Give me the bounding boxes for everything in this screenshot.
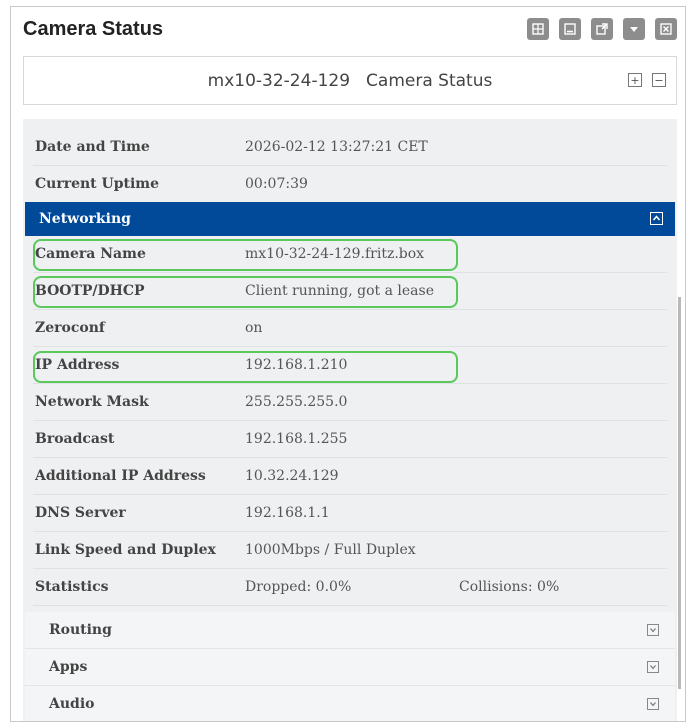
row-value: Client running, got a lease <box>245 283 434 299</box>
row-value: 1000Mbps / Full Duplex <box>245 542 416 558</box>
networking-row: Zeroconf on <box>33 310 667 347</box>
subheader-icons: + − <box>628 73 666 87</box>
row-value: 2026-02-12 13:27:21 CET <box>245 139 428 155</box>
row-label: Broadcast <box>35 431 115 447</box>
row-label: Current Uptime <box>35 176 160 192</box>
window-title: Camera Status <box>23 17 164 40</box>
camera-subheader: mx10-32-24-129 Camera Status + − <box>23 56 677 105</box>
row-value: 192.168.1.1 <box>245 505 330 521</box>
row-label: BOOTP/DHCP <box>35 283 145 299</box>
row-value: 192.168.1.255 <box>245 431 348 447</box>
camera-name: mx10-32-24-129 <box>207 70 351 91</box>
networking-row: Camera Name mx10-32-24-129.fritz.box <box>33 236 667 273</box>
networking-row: DNS Server 192.168.1.1 <box>33 495 667 532</box>
networking-row: Broadcast 192.168.1.255 <box>33 421 667 458</box>
chevron-down-icon[interactable] <box>647 698 659 710</box>
networking-row: Statistics Dropped: 0.0% Collisions: 0% <box>33 569 667 606</box>
networking-row: Link Speed and Duplex 1000Mbps / Full Du… <box>33 532 667 569</box>
status-row: Current Uptime 00:07:39 <box>33 166 667 203</box>
expand-all-icon[interactable]: + <box>628 73 642 87</box>
row-value-secondary: Collisions: 0% <box>459 579 560 595</box>
layout-icon[interactable] <box>527 18 549 40</box>
section-label: Audio <box>49 696 95 712</box>
networking-row: Additional IP Address 10.32.24.129 <box>33 458 667 495</box>
row-label: IP Address <box>35 357 120 373</box>
row-value: 255.255.255.0 <box>245 394 348 410</box>
row-label: Additional IP Address <box>35 468 206 484</box>
row-value: 00:07:39 <box>245 176 308 192</box>
section-label: Routing <box>49 622 112 638</box>
status-panel: Date and Time 2026-02-12 13:27:21 CET Cu… <box>23 119 677 721</box>
minimize-icon[interactable] <box>559 18 581 40</box>
row-value: 192.168.1.210 <box>245 357 348 373</box>
row-label: Network Mask <box>35 394 149 410</box>
camera-status-window: Camera Status mx10-32-24-129 Camera Statu… <box>10 6 686 722</box>
chevron-down-icon[interactable] <box>647 661 659 673</box>
chevron-down-icon[interactable] <box>647 624 659 636</box>
status-row: Date and Time 2026-02-12 13:27:21 CET <box>33 129 667 166</box>
row-value: Dropped: 0.0% <box>245 579 352 595</box>
networking-row: BOOTP/DHCP Client running, got a lease <box>33 273 667 310</box>
row-value: 10.32.24.129 <box>245 468 339 484</box>
chevron-up-icon[interactable] <box>650 212 663 225</box>
networking-row: IP Address 192.168.1.210 <box>33 347 667 384</box>
networking-row: Network Mask 255.255.255.0 <box>33 384 667 421</box>
row-label: Zeroconf <box>35 320 105 336</box>
networking-title: Networking <box>39 211 131 227</box>
row-value: on <box>245 320 263 336</box>
close-icon[interactable] <box>655 18 677 40</box>
vertical-scrollbar[interactable] <box>678 297 681 689</box>
popout-icon[interactable] <box>591 18 613 40</box>
subheader-text: mx10-32-24-129 Camera Status <box>208 71 493 91</box>
row-value: mx10-32-24-129.fritz.box <box>245 246 425 262</box>
window-toolbar <box>527 18 677 40</box>
collapse-all-icon[interactable]: − <box>652 73 666 87</box>
subheader-label: Camera Status <box>366 70 493 91</box>
row-label: Statistics <box>35 579 109 595</box>
collapse-icon[interactable] <box>623 18 645 40</box>
section-routing[interactable]: Routing <box>25 612 675 649</box>
row-label: DNS Server <box>35 505 126 521</box>
window-titlebar: Camera Status <box>11 7 685 51</box>
networking-section-header[interactable]: Networking <box>25 202 675 236</box>
section-audio[interactable]: Audio <box>25 686 675 721</box>
row-label: Camera Name <box>35 246 146 262</box>
section-apps[interactable]: Apps <box>25 649 675 686</box>
section-label: Apps <box>49 659 88 675</box>
row-label: Date and Time <box>35 139 150 155</box>
row-label: Link Speed and Duplex <box>35 542 216 558</box>
